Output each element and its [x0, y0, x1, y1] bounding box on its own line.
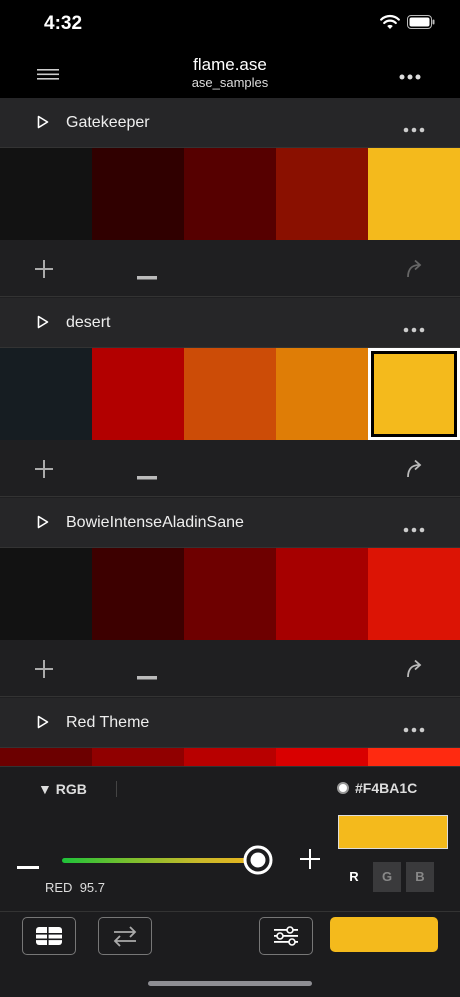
channel-value-readout: RED 95.7: [45, 880, 105, 895]
color-swatch[interactable]: [184, 748, 276, 766]
palette-group-header[interactable]: BowieIntenseAladinSane: [0, 498, 460, 548]
color-swatch[interactable]: [276, 548, 368, 640]
color-swatch[interactable]: [92, 348, 184, 440]
channel-slider-handle[interactable]: [243, 845, 273, 875]
color-swatch[interactable]: [184, 348, 276, 440]
color-mode-label: RGB: [55, 781, 87, 797]
palette-group-name: BowieIntenseAladinSane: [66, 514, 244, 531]
grid-view-button[interactable]: [22, 917, 76, 955]
home-indicator: [148, 981, 312, 986]
triangle-down-icon: ▼: [38, 781, 52, 797]
sliders-icon: [274, 926, 298, 946]
expand-play-icon[interactable]: [37, 515, 49, 534]
page-title: flame.ase: [193, 55, 267, 74]
color-editor-panel: ▼ RGB #F4BA1C RED 95.7 RGB: [0, 766, 460, 912]
current-color-preview[interactable]: [338, 815, 448, 849]
hex-value-label: #F4BA1C: [355, 780, 418, 796]
add-color-plus-icon[interactable]: [34, 259, 54, 284]
group-more-options-icon[interactable]: [403, 520, 425, 538]
export-arrow-icon[interactable]: [403, 457, 427, 486]
expand-play-icon[interactable]: [37, 715, 49, 734]
remove-color-minus-icon[interactable]: [137, 467, 157, 485]
adjustments-button[interactable]: [259, 917, 313, 955]
channel-button-r[interactable]: R: [340, 862, 368, 892]
hex-value-button[interactable]: #F4BA1C: [337, 780, 417, 796]
export-arrow-icon[interactable]: [403, 657, 427, 686]
group-more-options-icon[interactable]: [403, 320, 425, 338]
add-color-plus-icon[interactable]: [34, 459, 54, 484]
remove-color-minus-icon[interactable]: [137, 267, 157, 285]
decrement-minus-icon[interactable]: [17, 857, 39, 875]
palette-list[interactable]: Gatekeeper desert BowieIntenseAladinSane Re…: [0, 98, 460, 766]
channel-button-b[interactable]: B: [406, 862, 434, 892]
grid-icon: [36, 927, 62, 945]
palette-group-name: desert: [66, 314, 111, 331]
color-swatch[interactable]: [276, 348, 368, 440]
export-arrow-icon[interactable]: [403, 257, 427, 286]
nav-bar: flame.ase ase_samples: [0, 48, 460, 98]
color-swatch[interactable]: [276, 148, 368, 240]
color-swatch[interactable]: [92, 148, 184, 240]
palette-group-name: Red Theme: [66, 714, 150, 731]
wifi-icon: [380, 14, 400, 35]
channel-slider-track[interactable]: [62, 858, 267, 863]
more-options-icon[interactable]: [398, 68, 422, 86]
divider: [116, 781, 117, 797]
swatch-row: [0, 348, 460, 440]
color-swatch[interactable]: [276, 748, 368, 766]
palette-group-name: Gatekeeper: [66, 114, 150, 131]
radio-dot-icon: [337, 782, 349, 795]
color-swatch[interactable]: [0, 348, 92, 440]
channel-button-g[interactable]: G: [373, 862, 401, 892]
color-swatch[interactable]: [92, 548, 184, 640]
swatch-row: [0, 148, 460, 240]
color-swatch[interactable]: [0, 548, 92, 640]
status-time: 4:32: [44, 13, 83, 34]
color-swatch[interactable]: [368, 548, 460, 640]
group-more-options-icon[interactable]: [403, 720, 425, 738]
channel-name: RED: [45, 880, 73, 895]
palette-actions-row: [0, 440, 460, 497]
color-swatch[interactable]: [184, 148, 276, 240]
palette-group-header[interactable]: Red Theme: [0, 698, 460, 748]
current-color-button[interactable]: [330, 917, 438, 952]
palette-group-header[interactable]: desert: [0, 298, 460, 348]
expand-play-icon[interactable]: [37, 315, 49, 334]
palette-actions-row: [0, 240, 460, 297]
color-mode-selector[interactable]: ▼ RGB: [38, 781, 87, 797]
group-more-options-icon[interactable]: [403, 120, 425, 138]
swatch-row: [0, 548, 460, 640]
page-subtitle: ase_samples: [191, 75, 269, 90]
remove-color-minus-icon[interactable]: [137, 667, 157, 685]
bottom-toolbar: [0, 911, 460, 997]
palette-group-header[interactable]: Gatekeeper: [0, 98, 460, 148]
expand-play-icon[interactable]: [37, 115, 49, 134]
swap-button[interactable]: [98, 917, 152, 955]
swatch-row: [0, 748, 460, 766]
color-swatch[interactable]: [184, 548, 276, 640]
color-swatch[interactable]: [92, 748, 184, 766]
color-swatch[interactable]: [0, 748, 92, 766]
color-swatch[interactable]: [368, 348, 460, 440]
palette-actions-row: [0, 640, 460, 697]
increment-plus-icon[interactable]: [299, 848, 321, 875]
add-color-plus-icon[interactable]: [34, 659, 54, 684]
color-swatch[interactable]: [368, 748, 460, 766]
channel-value: 95.7: [79, 880, 105, 895]
color-swatch[interactable]: [0, 148, 92, 240]
color-swatch[interactable]: [368, 148, 460, 240]
status-bar: 4:32: [0, 0, 460, 48]
swap-arrows-icon: [113, 926, 137, 947]
battery-icon: [407, 15, 435, 34]
